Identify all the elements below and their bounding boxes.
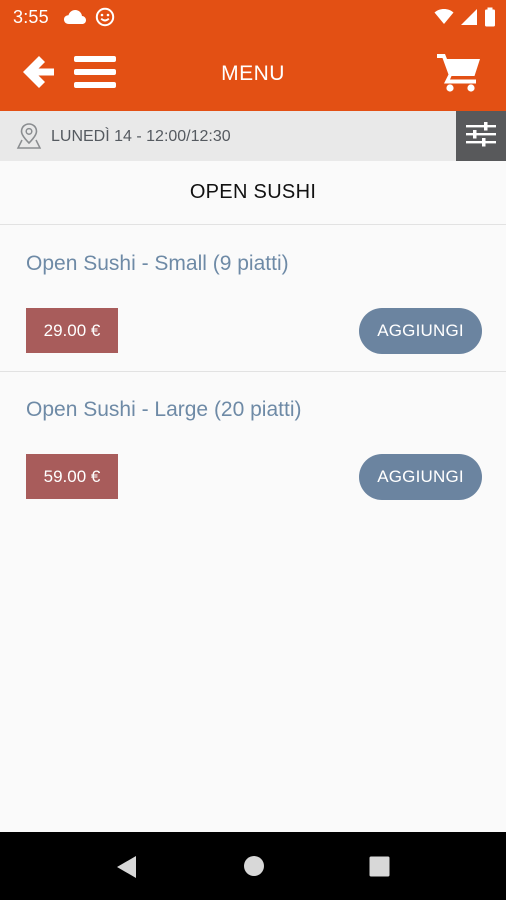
status-right-icons bbox=[434, 7, 496, 32]
product-item: Open Sushi - Small (9 piatti) 29.00 € AG… bbox=[0, 225, 506, 372]
page-title: MENU bbox=[221, 62, 285, 85]
system-navigation-bar bbox=[0, 832, 506, 900]
delivery-bar[interactable]: LUNEDÌ 14 - 12:00/12:30 bbox=[0, 111, 506, 161]
price-badge: 59.00 € bbox=[26, 454, 118, 499]
status-left-icons bbox=[63, 7, 115, 32]
delivery-time-text: LUNEDÌ 14 - 12:00/12:30 bbox=[51, 128, 231, 145]
status-time: 3:55 bbox=[13, 7, 49, 27]
nav-home-icon[interactable] bbox=[243, 855, 265, 882]
sliders-icon bbox=[466, 121, 496, 152]
battery-icon bbox=[484, 7, 496, 32]
nav-back-icon[interactable] bbox=[114, 854, 138, 885]
nav-recents-icon[interactable] bbox=[369, 856, 390, 882]
status-bar: 3:55 bbox=[0, 0, 506, 36]
category-title: OPEN SUSHI bbox=[0, 161, 506, 225]
price-badge: 29.00 € bbox=[26, 308, 118, 353]
screen: 3:55 MENU LUNEDÌ 14 - 12:00/12:30 OPEN S… bbox=[0, 0, 506, 900]
wifi-icon bbox=[434, 8, 454, 31]
filter-button[interactable] bbox=[456, 111, 506, 161]
cloud-icon bbox=[63, 8, 87, 31]
signal-icon bbox=[460, 8, 478, 31]
app-bar: MENU bbox=[0, 36, 506, 111]
map-pin-icon bbox=[16, 122, 42, 155]
product-item: Open Sushi - Large (20 piatti) 59.00 € A… bbox=[0, 371, 506, 517]
product-name[interactable]: Open Sushi - Small (9 piatti) bbox=[26, 252, 289, 276]
add-to-cart-button[interactable]: AGGIUNGI bbox=[359, 454, 482, 500]
cart-button[interactable] bbox=[434, 52, 484, 96]
cart-icon bbox=[436, 52, 482, 97]
product-name[interactable]: Open Sushi - Large (20 piatti) bbox=[26, 398, 301, 422]
smiley-icon bbox=[95, 7, 115, 32]
add-to-cart-button[interactable]: AGGIUNGI bbox=[359, 308, 482, 354]
